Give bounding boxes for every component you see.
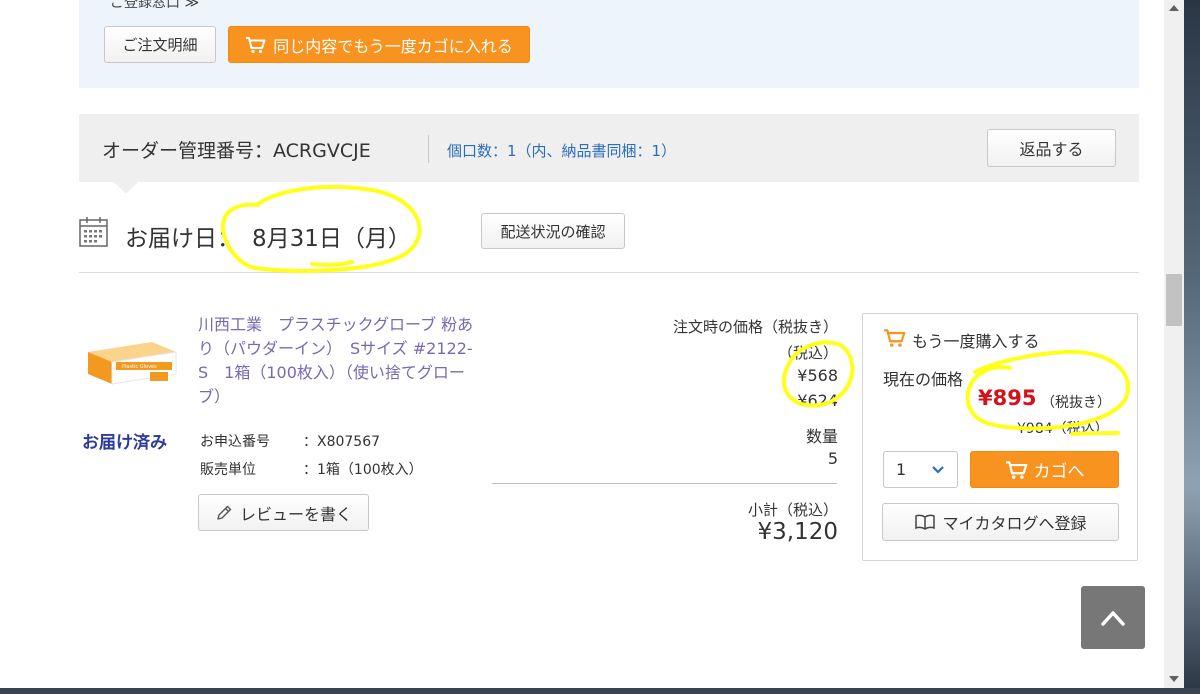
reorder-all-button-label: 同じ内容でもう一度カゴに入れる: [273, 36, 513, 56]
current-price-suffix: （税抜き）: [1041, 395, 1111, 411]
subtotal-label: 小計（税込）: [747, 501, 838, 519]
subtotal-divider: [492, 483, 837, 484]
write-review-button-label: レビューを書く: [239, 504, 352, 524]
order-detail-button[interactable]: ご注文明細: [104, 26, 216, 63]
order-price-label: 注文時の価格（税抜き）: [672, 318, 838, 336]
scrollbar-thumb[interactable]: [1166, 274, 1182, 326]
application-number-value: ：X807567: [303, 434, 381, 450]
delivery-date: 8月31日（月）: [252, 226, 411, 252]
desktop-background: [1184, 0, 1200, 694]
delivered-status: お届け済み: [82, 433, 167, 453]
tax-in-label: （税込）: [777, 344, 838, 362]
cart-icon: [1005, 460, 1027, 479]
pencil-icon: [217, 505, 232, 520]
quantity-select-value: 1: [896, 460, 907, 479]
add-to-catalog-button-label: マイカタログへ登録: [942, 514, 1087, 533]
subtotal-value: ¥3,120: [757, 519, 838, 545]
product-image[interactable]: Plastic Gloves: [82, 338, 177, 386]
return-button-label: 返品する: [1019, 140, 1084, 159]
cart-icon: [884, 329, 906, 347]
return-button[interactable]: 返品する: [987, 129, 1116, 167]
add-to-cart-button[interactable]: カゴへ: [970, 451, 1119, 488]
product-name-link[interactable]: 川西工業 プラスチックグローブ 粉あり（パウダーイン） Sサイズ #2122-S…: [198, 313, 480, 409]
chevron-down-icon: [932, 465, 944, 474]
order-number: オーダー管理番号：ACRGVCJE: [102, 140, 371, 162]
application-number-label: お申込番号: [200, 434, 270, 450]
price-ex-tax: ¥568: [797, 366, 838, 385]
tracking-button[interactable]: 配送状況の確認: [481, 213, 625, 249]
highlight-delivery-date-tail: [310, 260, 354, 267]
desktop-bottom-edge: [0, 688, 1200, 694]
quantity-select[interactable]: 1: [883, 451, 958, 488]
header-divider: [428, 135, 429, 163]
add-to-cart-button-label: カゴへ: [1033, 462, 1085, 482]
scrollbar-track[interactable]: [1164, 0, 1184, 688]
write-review-button[interactable]: レビューを書く: [198, 494, 369, 531]
add-to-catalog-button[interactable]: マイカタログへ登録: [882, 503, 1119, 541]
back-to-top-button[interactable]: [1081, 586, 1145, 649]
tracking-button-label: 配送状況の確認: [500, 222, 606, 241]
rebuy-title: もう一度購入する: [912, 332, 1040, 351]
partial-link-text[interactable]: ご登録窓口 ≫: [110, 0, 199, 12]
sales-unit-value: ：1箱（100枚入）: [303, 462, 423, 478]
current-price-label: 現在の価格: [883, 370, 964, 389]
scroll-up-arrow-icon[interactable]: [1168, 4, 1180, 12]
price-in-tax: ¥624: [797, 391, 838, 410]
current-price-in-tax: ¥984（税込）: [1017, 421, 1109, 437]
package-count: 個口数：1（内、納品書同梱：1）: [447, 142, 677, 160]
chevron-up-icon: [1101, 610, 1125, 626]
product-image-label: Plastic Gloves: [122, 364, 157, 370]
order-detail-button-label: ご注文明細: [122, 36, 198, 54]
quantity-label: 数量: [805, 427, 838, 446]
cart-icon: [246, 36, 266, 53]
reorder-all-button[interactable]: 同じ内容でもう一度カゴに入れる: [228, 26, 530, 63]
sales-unit-label: 販売単位: [200, 462, 256, 478]
current-price: ¥895: [978, 386, 1037, 410]
order-header-pointer: [114, 182, 138, 194]
book-icon: [915, 514, 936, 530]
quantity-value: 5: [827, 449, 838, 468]
calendar-icon: [79, 217, 108, 247]
section-divider: [79, 272, 1139, 273]
delivery-date-label: お届け日：: [125, 226, 240, 252]
scroll-down-arrow-icon[interactable]: [1168, 675, 1180, 683]
